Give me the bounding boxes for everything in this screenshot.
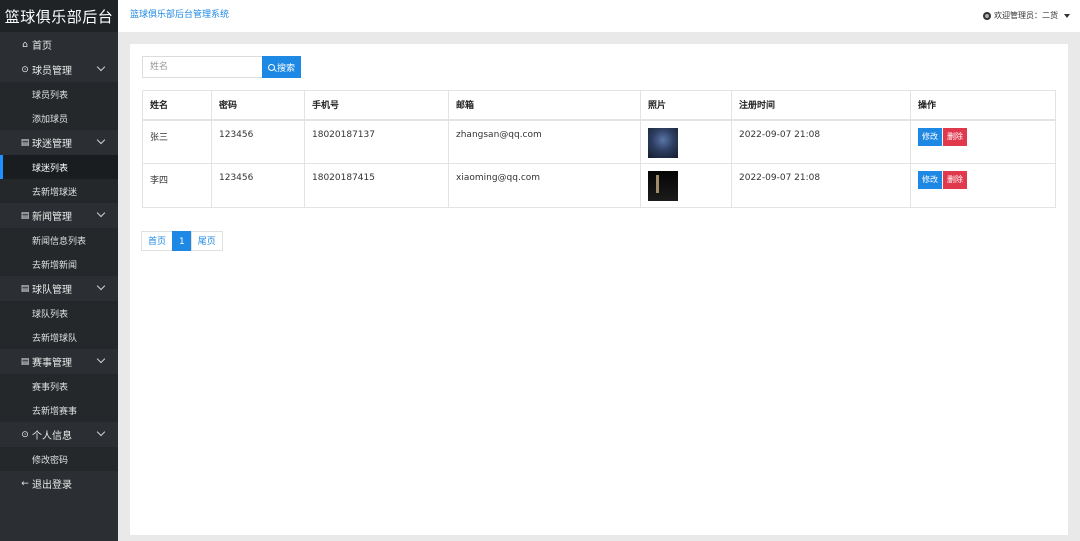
sidebar-item-team-list[interactable]: 球队列表 bbox=[0, 301, 118, 325]
last-page-link[interactable]: 尾页 bbox=[190, 231, 223, 251]
content-area: 搜索 姓名 密码 手机号 邮箱 照片 注册时间 操作 张三 123456 bbox=[118, 32, 1080, 541]
user-menu[interactable]: 欢迎管理员：二货 bbox=[983, 10, 1070, 21]
sidebar-group-label: 赛事管理 bbox=[32, 358, 72, 369]
table-row: 李四 123456 18020187415 xiaoming@qq.com 20… bbox=[142, 163, 1056, 208]
cell-actions: 修改 删除 bbox=[910, 119, 1056, 164]
document-icon: ▤ bbox=[20, 137, 30, 148]
user-circle-icon: ⊙ bbox=[21, 429, 29, 440]
page-number-current[interactable]: 1 bbox=[172, 231, 192, 251]
column-header-photo: 照片 bbox=[640, 90, 732, 121]
sidebar-group-label: 球队管理 bbox=[32, 285, 72, 296]
edit-button[interactable]: 修改 bbox=[918, 171, 942, 189]
sidebar-item-add-match[interactable]: 去新增赛事 bbox=[0, 398, 118, 422]
table-row: 张三 123456 18020187137 zhangsan@qq.com 20… bbox=[142, 119, 1056, 164]
sidebar-item-match-list[interactable]: 赛事列表 bbox=[0, 374, 118, 398]
welcome-text: 欢迎管理员：二货 bbox=[994, 11, 1058, 20]
delete-button[interactable]: 删除 bbox=[943, 127, 967, 146]
sidebar-item-add-team[interactable]: 去新增球队 bbox=[0, 325, 118, 349]
cell-password: 123456 bbox=[211, 163, 305, 208]
delete-button[interactable]: 删除 bbox=[943, 171, 967, 189]
sidebar-item-add-news[interactable]: 去新增新闻 bbox=[0, 252, 118, 276]
sidebar-item-label: 首页 bbox=[32, 41, 52, 52]
cell-photo bbox=[640, 163, 732, 208]
cell-photo bbox=[640, 119, 732, 164]
sidebar-item-fan-list[interactable]: 球迷列表 bbox=[0, 155, 118, 179]
pagination: 首页 1 尾页 bbox=[141, 231, 223, 251]
sidebar-group-label: 球迷管理 bbox=[32, 139, 72, 150]
name-search-input[interactable] bbox=[142, 56, 262, 78]
chevron-down-icon bbox=[96, 62, 106, 72]
sidebar-item-player-list[interactable]: 球员列表 bbox=[0, 82, 118, 106]
sidebar-group-profile[interactable]: ⊙ 个人信息 bbox=[0, 422, 118, 447]
first-page-link[interactable]: 首页 bbox=[141, 231, 174, 251]
cell-registered: 2022-09-07 21:08 bbox=[731, 163, 911, 208]
sidebar-group-news[interactable]: ▤ 新闻管理 bbox=[0, 203, 118, 228]
cell-password: 123456 bbox=[211, 119, 305, 164]
column-header-password: 密码 bbox=[211, 90, 305, 121]
cell-phone: 18020187415 bbox=[304, 163, 449, 208]
cell-name: 李四 bbox=[142, 163, 212, 208]
cell-email: zhangsan@qq.com bbox=[448, 119, 641, 164]
app-title[interactable]: 篮球俱乐部后台管理系统 bbox=[130, 7, 229, 20]
column-header-phone: 手机号 bbox=[304, 90, 449, 121]
search-bar: 搜索 bbox=[142, 56, 302, 78]
document-icon: ▤ bbox=[20, 283, 30, 294]
sidebar-item-add-player[interactable]: 添加球员 bbox=[0, 106, 118, 130]
search-button-label: 搜索 bbox=[277, 63, 296, 74]
user-avatar-icon bbox=[983, 11, 991, 20]
top-header: 篮球俱乐部后台管理系统 欢迎管理员：二货 bbox=[118, 0, 1080, 32]
table-header-row: 姓名 密码 手机号 邮箱 照片 注册时间 操作 bbox=[142, 90, 1056, 121]
sidebar-item-change-password[interactable]: 修改密码 bbox=[0, 447, 118, 471]
cell-email: xiaoming@qq.com bbox=[448, 163, 641, 208]
chevron-down-icon bbox=[96, 354, 106, 364]
fan-table: 姓名 密码 手机号 邮箱 照片 注册时间 操作 张三 123456 180201… bbox=[142, 90, 1056, 208]
edit-button[interactable]: 修改 bbox=[918, 127, 942, 146]
sidebar-item-add-fan[interactable]: 去新增球迷 bbox=[0, 179, 118, 203]
sidebar-item-label: 退出登录 bbox=[32, 480, 72, 491]
sidebar-item-logout[interactable]: ← 退出登录 bbox=[0, 471, 118, 496]
chevron-down-icon bbox=[96, 135, 106, 145]
column-header-name: 姓名 bbox=[142, 90, 212, 121]
sidebar-group-label: 个人信息 bbox=[32, 431, 72, 442]
sidebar-group-matches[interactable]: ▤ 赛事管理 bbox=[0, 349, 118, 374]
document-icon: ▤ bbox=[20, 356, 30, 367]
sidebar-item-home[interactable]: ⌂ 首页 bbox=[0, 32, 118, 57]
cell-actions: 修改 删除 bbox=[910, 163, 1056, 208]
column-header-registered: 注册时间 bbox=[731, 90, 911, 121]
fan-photo bbox=[648, 171, 678, 201]
caret-down-icon bbox=[1064, 13, 1070, 18]
chevron-down-icon bbox=[96, 281, 106, 291]
main-panel: 搜索 姓名 密码 手机号 邮箱 照片 注册时间 操作 张三 123456 bbox=[130, 44, 1068, 535]
fan-photo bbox=[648, 127, 678, 158]
column-header-email: 邮箱 bbox=[448, 90, 641, 121]
sidebar-group-label: 球员管理 bbox=[32, 66, 72, 77]
cell-phone: 18020187137 bbox=[304, 119, 449, 164]
chevron-down-icon bbox=[96, 208, 106, 218]
sidebar-group-teams[interactable]: ▤ 球队管理 bbox=[0, 276, 118, 301]
cell-name: 张三 bbox=[142, 119, 212, 164]
sidebar-group-label: 新闻管理 bbox=[32, 212, 72, 223]
sidebar: 篮球俱乐部后台 ⌂ 首页 ⊙ 球员管理 球员列表 添加球员 ▤ 球迷管理 球迷列… bbox=[0, 0, 118, 541]
document-icon: ▤ bbox=[20, 210, 30, 221]
search-icon bbox=[268, 63, 275, 71]
chevron-down-icon bbox=[96, 427, 106, 437]
column-header-actions: 操作 bbox=[910, 90, 1056, 121]
cell-registered: 2022-09-07 21:08 bbox=[731, 119, 911, 164]
sidebar-item-news-list[interactable]: 新闻信息列表 bbox=[0, 228, 118, 252]
arrow-left-icon: ← bbox=[21, 478, 29, 489]
home-icon: ⌂ bbox=[22, 39, 28, 50]
sidebar-group-fans[interactable]: ▤ 球迷管理 bbox=[0, 130, 118, 155]
sidebar-group-players[interactable]: ⊙ 球员管理 bbox=[0, 57, 118, 82]
user-circle-icon: ⊙ bbox=[21, 64, 29, 75]
sidebar-brand: 篮球俱乐部后台 bbox=[0, 0, 118, 32]
search-button[interactable]: 搜索 bbox=[262, 56, 302, 78]
